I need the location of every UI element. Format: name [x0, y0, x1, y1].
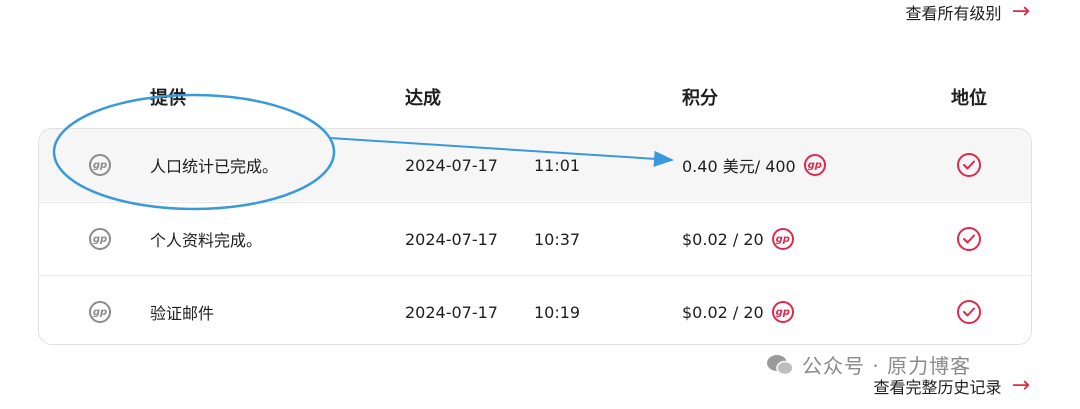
table-row: gp 验证邮件 2024-07-17 10:19 $0.02 / 20 gp	[39, 275, 1031, 344]
arrow-right-icon: →	[1011, 373, 1030, 398]
achieved-time: 10:19	[534, 302, 581, 322]
view-full-history-link[interactable]: 查看完整历史记录 →	[874, 374, 1030, 398]
header-points: 积分	[682, 88, 718, 109]
header-status: 地位	[951, 88, 987, 109]
gp-offer-icon: gp	[89, 228, 111, 250]
offer-name: 个人资料完成。	[150, 231, 263, 250]
gp-points-icon: gp	[771, 228, 794, 250]
gp-points-icon: gp	[803, 154, 826, 176]
achieved-time: 10:37	[534, 229, 581, 249]
table-row: gp 人口统计已完成。 2024-07-17 11:01 0.40 美元/ 40…	[39, 129, 1031, 201]
achieved-time: 11:01	[534, 155, 581, 175]
table-row: gp 个人资料完成。 2024-07-17 10:37 $0.02 / 20 g…	[39, 202, 1031, 274]
view-full-history-label: 查看完整历史记录	[873, 378, 1002, 397]
points-value: $0.02 / 20	[682, 302, 764, 322]
arrow-right-icon: →	[1011, 0, 1030, 24]
check-circle-icon	[957, 153, 981, 177]
history-table: gp 人口统计已完成。 2024-07-17 11:01 0.40 美元/ 40…	[38, 128, 1032, 345]
offer-name: 人口统计已完成。	[150, 157, 279, 176]
gp-offer-icon: gp	[89, 301, 111, 323]
achieved-date: 2024-07-17	[405, 229, 498, 249]
points-value: 0.40 美元/ 400	[682, 157, 796, 176]
offer-name: 验证邮件	[150, 304, 215, 323]
points-value: $0.02 / 20	[682, 229, 764, 249]
view-all-levels-link[interactable]: 查看所有级别 →	[906, 0, 1030, 24]
header-offer: 提供	[150, 88, 186, 109]
check-circle-icon	[957, 300, 981, 324]
achieved-date: 2024-07-17	[405, 155, 498, 175]
check-circle-icon	[957, 227, 981, 251]
view-all-levels-label: 查看所有级别	[905, 4, 1002, 23]
gp-offer-icon: gp	[89, 154, 111, 176]
gp-points-icon: gp	[771, 301, 794, 323]
header-achieved: 达成	[405, 88, 441, 109]
wechat-icon	[766, 354, 794, 376]
achieved-date: 2024-07-17	[405, 302, 498, 322]
